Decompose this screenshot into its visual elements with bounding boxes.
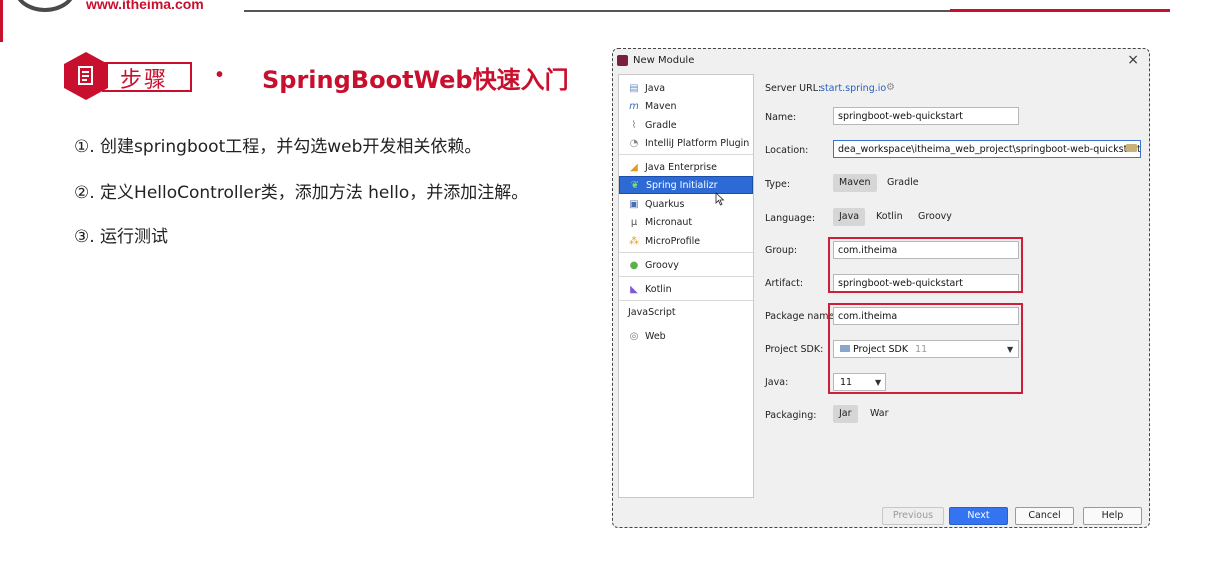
location-label: Location: bbox=[765, 145, 809, 156]
language-option-groovy[interactable]: Groovy bbox=[912, 208, 958, 226]
title-bullet: • bbox=[216, 64, 224, 86]
spring-icon: ❦ bbox=[630, 179, 640, 191]
chevron-down-icon[interactable]: ▼ bbox=[1007, 345, 1013, 354]
generator-list: ▤ Java m Maven ⌇ Gradle ◔ IntelliJ Platf… bbox=[618, 74, 754, 498]
quarkus-icon: ▣ bbox=[629, 198, 639, 210]
java-folder-icon: ▤ bbox=[629, 82, 639, 94]
name-field[interactable]: springboot-web-quickstart bbox=[833, 107, 1019, 125]
step-badge: 步骤 bbox=[64, 52, 192, 100]
step-3-text: ③. 运行测试 bbox=[74, 227, 169, 247]
generator-label: Spring Initializr bbox=[646, 179, 718, 191]
groovy-icon: ● bbox=[629, 259, 639, 271]
cancel-button[interactable]: Cancel bbox=[1015, 507, 1074, 525]
list-divider bbox=[619, 154, 753, 155]
kotlin-icon: ◣ bbox=[630, 283, 638, 295]
brand-url: www.itheima.com bbox=[86, 0, 204, 12]
microprofile-icon: ⁂ bbox=[629, 235, 639, 247]
generator-item-maven[interactable]: m Maven bbox=[619, 97, 753, 115]
generator-item-java[interactable]: ▤ Java bbox=[619, 79, 753, 97]
list-divider bbox=[619, 252, 753, 253]
java-version-label: Java: bbox=[765, 377, 789, 388]
generator-label: Groovy bbox=[645, 259, 679, 271]
java-version-value: 11 bbox=[840, 377, 853, 388]
type-label: Type: bbox=[765, 179, 791, 190]
package-name-label: Package name: bbox=[765, 311, 838, 322]
generator-item-spring-initializr[interactable]: ❦ Spring Initializr bbox=[619, 176, 753, 194]
mouse-cursor-icon bbox=[715, 192, 725, 206]
list-divider bbox=[619, 300, 753, 301]
generator-item-javascript[interactable]: JavaScript bbox=[619, 303, 753, 321]
sdk-folder-icon bbox=[840, 345, 850, 352]
generator-label: Micronaut bbox=[645, 216, 693, 228]
new-module-dialog: New Module × ▤ Java m Maven ⌇ Gradle ◔ I… bbox=[612, 48, 1150, 528]
micronaut-icon: μ bbox=[630, 216, 638, 228]
next-button[interactable]: Next bbox=[949, 507, 1008, 525]
language-label: Language: bbox=[765, 213, 816, 224]
package-name-field[interactable]: com.itheima bbox=[833, 307, 1019, 325]
generator-label: Java bbox=[645, 82, 666, 94]
step-label: 步骤 bbox=[120, 68, 169, 93]
generator-label: Maven bbox=[645, 100, 677, 112]
project-sdk-label: Project SDK: bbox=[765, 344, 824, 355]
packaging-option-war[interactable]: War bbox=[864, 405, 895, 423]
generator-item-micronaut[interactable]: μ Micronaut bbox=[619, 213, 753, 231]
slide-edge-accent bbox=[0, 0, 3, 42]
web-globe-icon: ◎ bbox=[629, 330, 639, 342]
dialog-title: New Module bbox=[633, 55, 695, 66]
name-label: Name: bbox=[765, 112, 797, 123]
group-field[interactable]: com.itheima bbox=[833, 241, 1019, 259]
generator-label: Kotlin bbox=[645, 283, 672, 295]
step-1-text: ①. 创建springboot工程，并勾选web开发相关依赖。 bbox=[74, 137, 482, 157]
generator-label: MicroProfile bbox=[645, 235, 701, 247]
previous-button[interactable]: Previous bbox=[882, 507, 944, 525]
header-divider-accent bbox=[950, 9, 1170, 12]
help-button[interactable]: Help bbox=[1083, 507, 1142, 525]
generator-label: Gradle bbox=[645, 119, 677, 131]
project-sdk-dropdown[interactable]: Project SDK 11 bbox=[833, 340, 1019, 358]
server-url-label: Server URL: bbox=[765, 83, 822, 94]
generator-label: JavaScript bbox=[628, 306, 676, 318]
generator-item-kotlin[interactable]: ◣ Kotlin bbox=[619, 280, 753, 298]
slide-title: SpringBootWeb快速入门 bbox=[262, 66, 569, 94]
generator-item-java-enterprise[interactable]: ◢ Java Enterprise bbox=[619, 158, 753, 176]
generator-label: Java Enterprise bbox=[645, 161, 717, 173]
artifact-label: Artifact: bbox=[765, 278, 804, 289]
location-value: dea_workspace\itheima_web_project\spring… bbox=[838, 144, 1141, 155]
gradle-icon: ⌇ bbox=[631, 119, 637, 131]
artifact-field[interactable]: springboot-web-quickstart bbox=[833, 274, 1019, 292]
list-divider bbox=[619, 276, 753, 277]
folder-icon[interactable] bbox=[1126, 144, 1137, 152]
generator-item-groovy[interactable]: ● Groovy bbox=[619, 256, 753, 274]
java-enterprise-icon: ◢ bbox=[630, 161, 638, 173]
generator-label: Web bbox=[645, 330, 666, 342]
generator-label: IntelliJ Platform Plugin bbox=[645, 137, 750, 149]
language-option-kotlin[interactable]: Kotlin bbox=[870, 208, 909, 226]
generator-item-gradle[interactable]: ⌇ Gradle bbox=[619, 116, 753, 134]
server-url-link[interactable]: start.spring.io bbox=[820, 83, 886, 94]
generator-label: Quarkus bbox=[645, 198, 685, 210]
type-option-gradle[interactable]: Gradle bbox=[881, 174, 925, 192]
chevron-down-icon[interactable]: ▼ bbox=[875, 378, 881, 387]
maven-icon: m bbox=[629, 100, 639, 112]
project-sdk-version: 11 bbox=[915, 344, 928, 355]
generator-item-quarkus[interactable]: ▣ Quarkus bbox=[619, 195, 753, 213]
gear-icon[interactable]: ⚙ bbox=[886, 82, 895, 93]
plugin-icon: ◔ bbox=[629, 137, 639, 149]
group-label: Group: bbox=[765, 245, 798, 256]
project-sdk-value: Project SDK bbox=[853, 344, 909, 355]
packaging-option-jar[interactable]: Jar bbox=[833, 405, 858, 423]
close-icon[interactable]: × bbox=[1127, 52, 1139, 68]
brand-logo bbox=[14, 0, 76, 12]
location-field[interactable]: dea_workspace\itheima_web_project\spring… bbox=[833, 140, 1141, 158]
generator-item-web[interactable]: ◎ Web bbox=[619, 327, 753, 345]
packaging-label: Packaging: bbox=[765, 410, 817, 421]
step-2-text: ②. 定义HelloController类，添加方法 hello，并添加注解。 bbox=[74, 183, 529, 203]
generator-item-microprofile[interactable]: ⁂ MicroProfile bbox=[619, 232, 753, 250]
generator-item-intellij-plugin[interactable]: ◔ IntelliJ Platform Plugin bbox=[619, 134, 753, 152]
language-option-java[interactable]: Java bbox=[833, 208, 866, 226]
type-option-maven[interactable]: Maven bbox=[833, 174, 877, 192]
intellij-app-icon bbox=[617, 55, 628, 66]
